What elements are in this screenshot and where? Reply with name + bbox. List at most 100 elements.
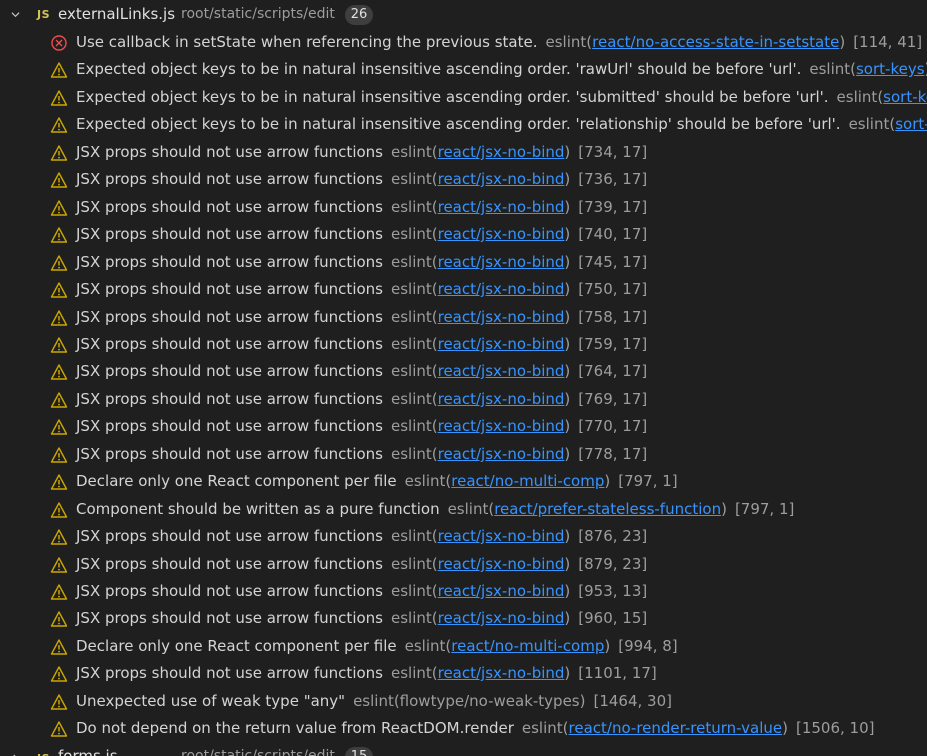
rule-link[interactable]: react/jsx-no-bind bbox=[438, 253, 565, 271]
javascript-file-icon: JS bbox=[37, 8, 51, 21]
problem-position: [740, 17] bbox=[578, 225, 648, 243]
rule-link[interactable]: react/jsx-no-bind bbox=[438, 198, 565, 216]
problem-source-prefix: eslint( bbox=[390, 390, 438, 408]
warning-icon bbox=[50, 254, 68, 272]
problem-message: Expected object keys to be in natural in… bbox=[76, 115, 841, 133]
problem-message: JSX props should not use arrow functions bbox=[76, 253, 383, 271]
problem-source-prefix: eslint( bbox=[390, 527, 438, 545]
rule-link[interactable]: react/jsx-no-bind bbox=[438, 609, 565, 627]
problem-row[interactable]: Component should be written as a pure fu… bbox=[0, 496, 927, 523]
problem-source-suffix: ) bbox=[564, 527, 571, 545]
problem-row[interactable]: JSX props should not use arrow functions… bbox=[0, 551, 927, 578]
file-group-header[interactable]: JS externalLinks.js root/static/scripts/… bbox=[0, 0, 927, 30]
rule-link[interactable]: sort-keys bbox=[883, 88, 927, 106]
rule-link[interactable]: react/jsx-no-bind bbox=[438, 280, 565, 298]
problem-text: JSX props should not use arrow functions… bbox=[76, 334, 647, 354]
problem-row[interactable]: JSX props should not use arrow functions… bbox=[0, 194, 927, 221]
problem-source-prefix: eslint( bbox=[848, 115, 896, 133]
problem-source: eslint(react/jsx-no-bind) bbox=[391, 362, 570, 380]
problem-source-prefix: eslint( bbox=[390, 335, 438, 353]
problem-row[interactable]: Expected object keys to be in natural in… bbox=[0, 56, 927, 83]
rule-link[interactable]: react/jsx-no-bind bbox=[438, 527, 565, 545]
rule-link[interactable]: react/no-multi-comp bbox=[451, 472, 604, 490]
rule-link[interactable]: react/jsx-no-bind bbox=[438, 225, 565, 243]
rule-link[interactable]: react/jsx-no-bind bbox=[438, 555, 565, 573]
rule-link[interactable]: react/jsx-no-bind bbox=[438, 308, 565, 326]
problem-row[interactable]: Unexpected use of weak type "any" eslint(… bbox=[0, 688, 927, 715]
problem-row[interactable]: JSX props should not use arrow functions… bbox=[0, 660, 927, 687]
file-group-header[interactable]: JS forms.js root/static/scripts/edit 15 bbox=[0, 744, 927, 756]
problem-text: JSX props should not use arrow functions… bbox=[76, 444, 647, 464]
problem-row[interactable]: JSX props should not use arrow functions… bbox=[0, 386, 927, 413]
rule-link[interactable]: react/jsx-no-bind bbox=[438, 390, 565, 408]
problem-text: Declare only one React component per fil… bbox=[76, 636, 678, 656]
problem-row[interactable]: Declare only one React component per fil… bbox=[0, 468, 927, 495]
problem-message: JSX props should not use arrow functions bbox=[76, 555, 383, 573]
problem-message: JSX props should not use arrow functions bbox=[76, 390, 383, 408]
problem-row[interactable]: JSX props should not use arrow functions… bbox=[0, 276, 927, 303]
problem-position: [750, 17] bbox=[578, 280, 648, 298]
rule-link[interactable]: react/jsx-no-bind bbox=[438, 445, 565, 463]
rule-link[interactable]: react/no-access-state-in-setstate bbox=[592, 33, 839, 51]
problem-row[interactable]: JSX props should not use arrow functions… bbox=[0, 221, 927, 248]
chevron-down-icon[interactable] bbox=[11, 10, 20, 19]
problem-row[interactable]: JSX props should not use arrow functions… bbox=[0, 523, 927, 550]
problem-source-suffix: ) bbox=[782, 719, 788, 737]
problem-message: JSX props should not use arrow functions bbox=[76, 198, 383, 216]
rule-link[interactable]: react/jsx-no-bind bbox=[438, 335, 565, 353]
problem-position: [1101, 17] bbox=[578, 664, 657, 682]
problem-row[interactable]: JSX props should not use arrow functions… bbox=[0, 441, 927, 468]
problem-count-badge: 26 bbox=[345, 5, 373, 25]
warning-icon bbox=[50, 610, 68, 628]
warning-icon bbox=[50, 309, 68, 327]
problem-row[interactable]: JSX props should not use arrow functions… bbox=[0, 413, 927, 440]
rule-link[interactable]: react/jsx-no-bind bbox=[438, 664, 565, 682]
rule-link[interactable]: react/jsx-no-bind bbox=[438, 582, 565, 600]
problem-source: eslint(react/jsx-no-bind) bbox=[391, 664, 570, 682]
rule-link[interactable]: react/no-render-return-value bbox=[569, 719, 783, 737]
problem-message: Component should be written as a pure fu… bbox=[76, 500, 440, 518]
problem-row[interactable]: Expected object keys to be in natural in… bbox=[0, 111, 927, 138]
problem-row[interactable]: JSX props should not use arrow functions… bbox=[0, 249, 927, 276]
problem-source-suffix: ) bbox=[564, 170, 571, 188]
problem-source: eslint(flowtype/no-weak-types) bbox=[353, 692, 585, 710]
problem-row[interactable]: JSX props should not use arrow functions… bbox=[0, 358, 927, 385]
problem-text: JSX props should not use arrow functions… bbox=[76, 416, 647, 436]
problem-source-prefix: eslint( bbox=[390, 664, 438, 682]
problem-row[interactable]: JSX props should not use arrow functions… bbox=[0, 304, 927, 331]
problem-message: JSX props should not use arrow functions bbox=[76, 664, 383, 682]
rule-link[interactable]: react/jsx-no-bind bbox=[438, 417, 565, 435]
problem-row[interactable]: Expected object keys to be in natural in… bbox=[0, 84, 927, 111]
problem-row[interactable]: JSX props should not use arrow functions… bbox=[0, 166, 927, 193]
rule-link[interactable]: sort-keys bbox=[856, 60, 925, 78]
problem-row[interactable]: JSX props should not use arrow functions… bbox=[0, 331, 927, 358]
problem-row[interactable]: JSX props should not use arrow functions… bbox=[0, 578, 927, 605]
rule-link[interactable]: sort-key bbox=[895, 115, 927, 133]
problem-message: Expected object keys to be in natural in… bbox=[76, 60, 802, 78]
file-path: root/static/scripts/edit bbox=[181, 6, 335, 22]
warning-icon bbox=[50, 363, 68, 381]
rule-link[interactable]: react/no-multi-comp bbox=[451, 637, 604, 655]
problem-message: JSX props should not use arrow functions bbox=[76, 582, 383, 600]
problem-position: [759, 17] bbox=[578, 335, 648, 353]
problem-row[interactable]: Use callback in setState when referencin… bbox=[0, 29, 927, 56]
problem-source: eslint(react/jsx-no-bind) bbox=[391, 527, 570, 545]
problem-source: eslint(react/no-multi-comp) bbox=[405, 637, 611, 655]
problem-source-suffix: ) bbox=[721, 500, 727, 518]
rule-link[interactable]: react/jsx-no-bind bbox=[438, 143, 565, 161]
problem-row[interactable]: JSX props should not use arrow functions… bbox=[0, 139, 927, 166]
problem-message: Declare only one React component per fil… bbox=[76, 637, 397, 655]
problem-source-prefix: eslint( bbox=[521, 719, 569, 737]
problem-row[interactable]: JSX props should not use arrow functions… bbox=[0, 605, 927, 632]
problem-row[interactable]: Declare only one React component per fil… bbox=[0, 633, 927, 660]
problem-text: JSX props should not use arrow functions… bbox=[76, 197, 647, 217]
problem-row[interactable]: Do not depend on the return value from R… bbox=[0, 715, 927, 742]
problem-source-suffix: ) bbox=[604, 472, 611, 490]
problem-text: Expected object keys to be in natural in… bbox=[76, 114, 927, 134]
rule-link[interactable]: react/jsx-no-bind bbox=[438, 362, 565, 380]
problem-position: [114, 41] bbox=[853, 33, 923, 51]
rule-link[interactable]: react/prefer-stateless-function bbox=[494, 500, 721, 518]
problem-source: eslint(react/jsx-no-bind) bbox=[391, 417, 570, 435]
warning-icon bbox=[50, 171, 68, 189]
rule-link[interactable]: react/jsx-no-bind bbox=[438, 170, 565, 188]
